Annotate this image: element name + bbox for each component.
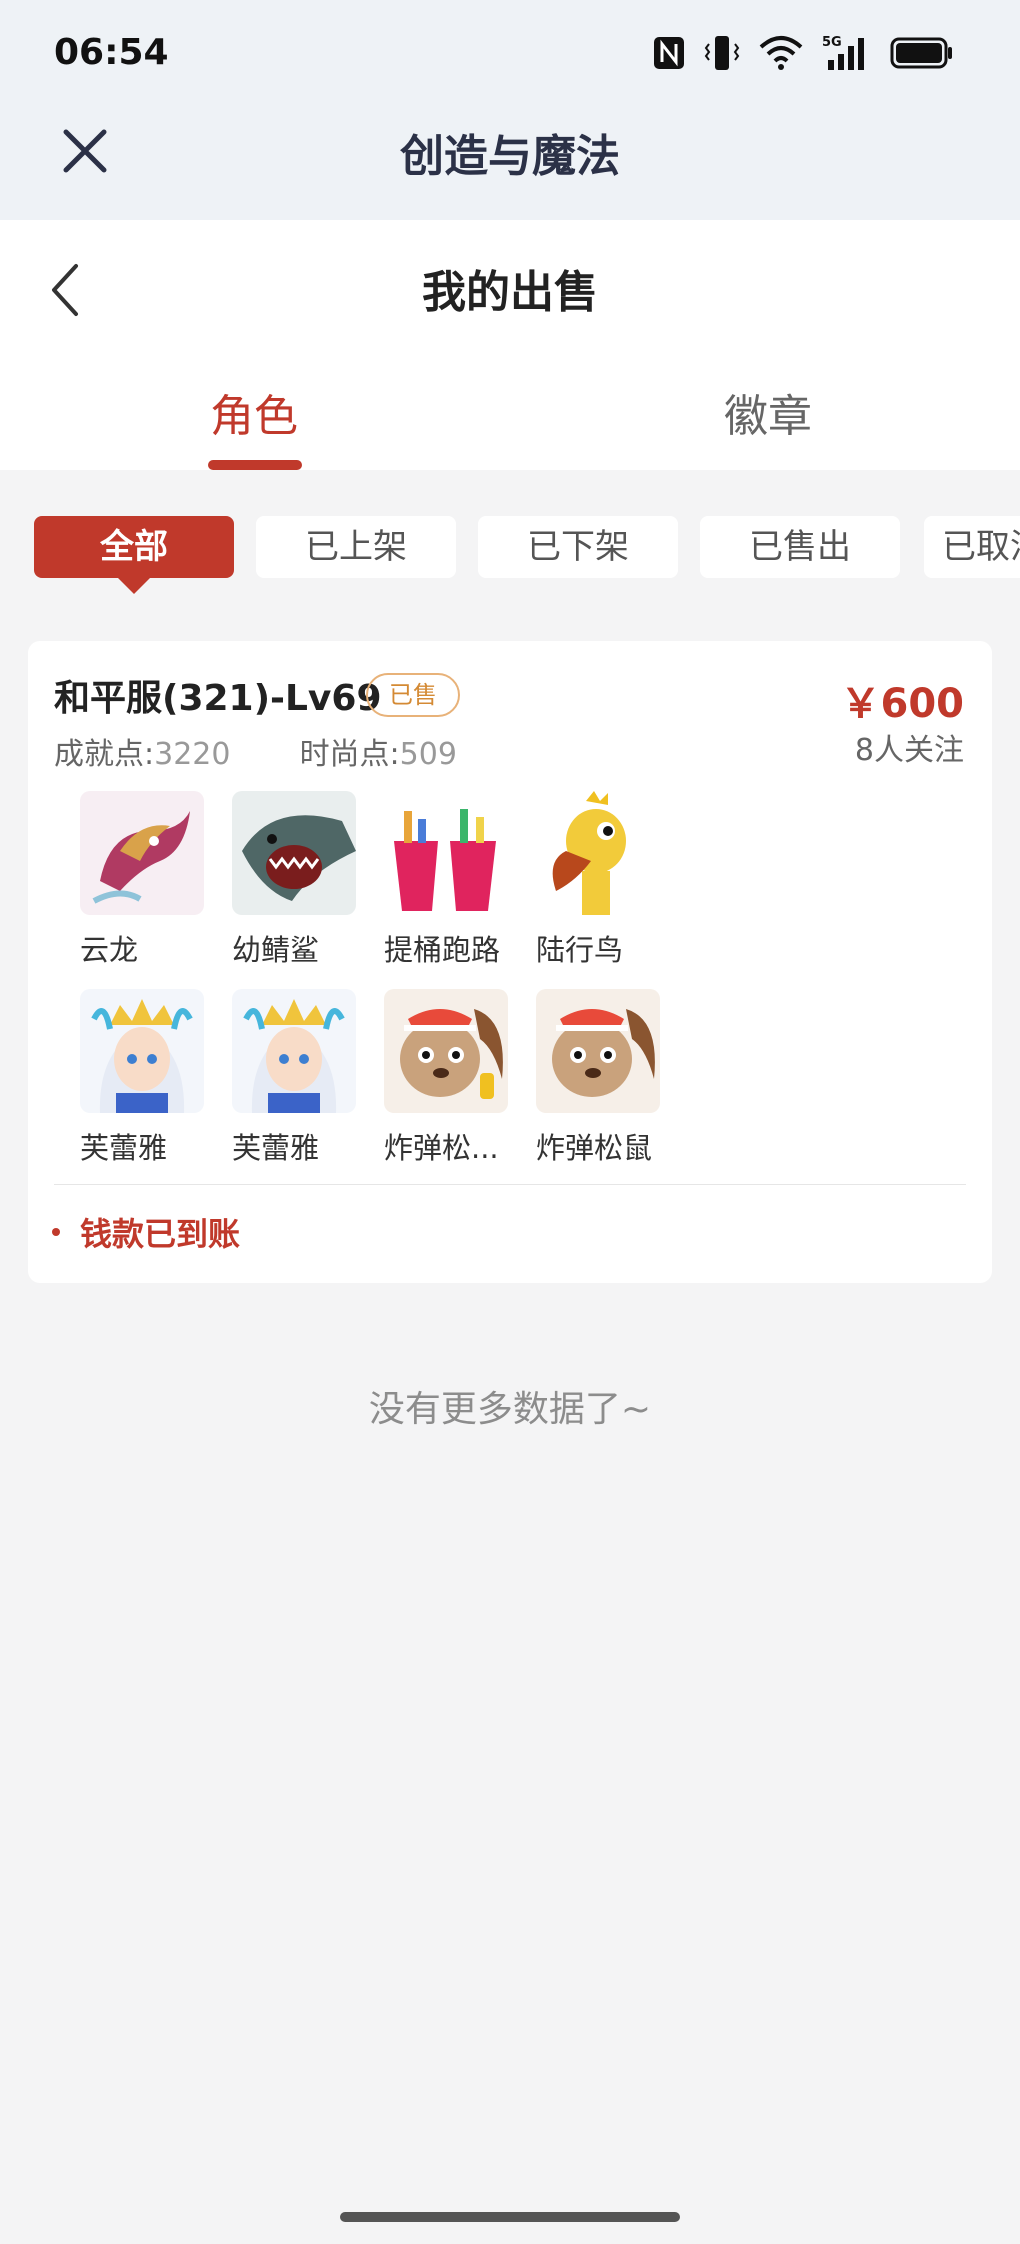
item-name: 炸弹松... xyxy=(384,1131,499,1165)
bird-icon xyxy=(536,791,660,915)
grid-item[interactable]: 炸弹松... xyxy=(384,989,524,1167)
grid-item[interactable]: 芙蕾雅 xyxy=(80,989,220,1167)
vibrate-icon xyxy=(704,36,740,70)
squirrel-icon xyxy=(384,989,508,1113)
end-of-list-text: 没有更多数据了~ xyxy=(368,1389,652,1430)
payment-status: 钱款已到账 xyxy=(80,1215,241,1253)
item-name: 陆行鸟 xyxy=(536,933,624,967)
app-bar: 创造与魔法 xyxy=(0,110,1020,220)
listing-title: 和平服(321)-Lv69 xyxy=(54,678,382,719)
fashion-label: 时尚点: xyxy=(299,737,400,772)
listing-card[interactable]: 和平服(321)-Lv69 已售 ￥600 8人关注 成就点:3220 时尚点:… xyxy=(28,641,992,1283)
followers-count: 8人关注 xyxy=(854,733,964,768)
grid-item[interactable]: 幼鲭鲨 xyxy=(232,791,372,969)
bucket-icon xyxy=(384,791,508,915)
svg-text:5G: 5G xyxy=(822,35,842,50)
signal-5g-icon: 5G xyxy=(822,35,864,70)
bullet-dot-icon xyxy=(52,1228,60,1236)
filter-chips: 全部 已上架 已下架 已售出 已取消 xyxy=(0,470,1020,610)
dragon-icon xyxy=(80,791,204,915)
character-icon xyxy=(80,989,204,1113)
item-name: 云龙 xyxy=(80,933,139,967)
wifi-icon xyxy=(759,36,803,70)
filter-cancelled[interactable]: 已取消 xyxy=(924,516,1020,578)
achievement-label: 成就点: xyxy=(54,737,155,772)
grid-item[interactable]: 芙蕾雅 xyxy=(232,989,372,1167)
page-title: 我的出售 xyxy=(422,267,598,318)
grid-item[interactable]: 云龙 xyxy=(80,791,220,969)
status-badge: 已售 xyxy=(366,673,460,717)
status-time: 06:54 xyxy=(54,32,169,73)
achievement-value: 3220 xyxy=(154,737,231,772)
page-header: 我的出售 角色 徽章 xyxy=(0,220,1020,470)
nfc-icon xyxy=(654,37,684,69)
fashion-value: 509 xyxy=(399,737,457,772)
character-icon xyxy=(232,989,356,1113)
tab-roles[interactable]: 角色 xyxy=(210,380,298,444)
item-name: 芙蕾雅 xyxy=(80,1131,168,1165)
battery-icon xyxy=(890,37,952,69)
item-name: 提桶跑路 xyxy=(384,933,501,967)
item-name: 炸弹松鼠 xyxy=(536,1131,653,1165)
item-name: 幼鲭鲨 xyxy=(232,933,320,967)
filter-all[interactable]: 全部 xyxy=(34,516,234,578)
active-tab-indicator xyxy=(208,460,302,470)
grid-item[interactable]: 提桶跑路 xyxy=(384,791,524,969)
shark-icon xyxy=(232,791,356,915)
filter-delisted[interactable]: 已下架 xyxy=(478,516,678,578)
squirrel-icon xyxy=(536,989,660,1113)
home-indicator[interactable] xyxy=(340,2212,680,2222)
status-icons: 5G xyxy=(652,34,954,72)
item-name: 芙蕾雅 xyxy=(232,1131,320,1165)
listing-price: ￥600 xyxy=(840,681,965,727)
divider xyxy=(54,1184,966,1185)
tab-badges[interactable]: 徽章 xyxy=(724,380,812,444)
grid-item[interactable]: 陆行鸟 xyxy=(536,791,676,969)
filter-sold[interactable]: 已售出 xyxy=(700,516,900,578)
grid-item[interactable]: 炸弹松鼠 xyxy=(536,989,676,1167)
listing-stats: 成就点:3220 时尚点:509 xyxy=(54,729,457,773)
app-title: 创造与魔法 xyxy=(400,131,620,182)
active-filter-pointer xyxy=(118,578,150,594)
filter-listed[interactable]: 已上架 xyxy=(256,516,456,578)
status-bar: 06:54 5G xyxy=(0,0,1020,110)
